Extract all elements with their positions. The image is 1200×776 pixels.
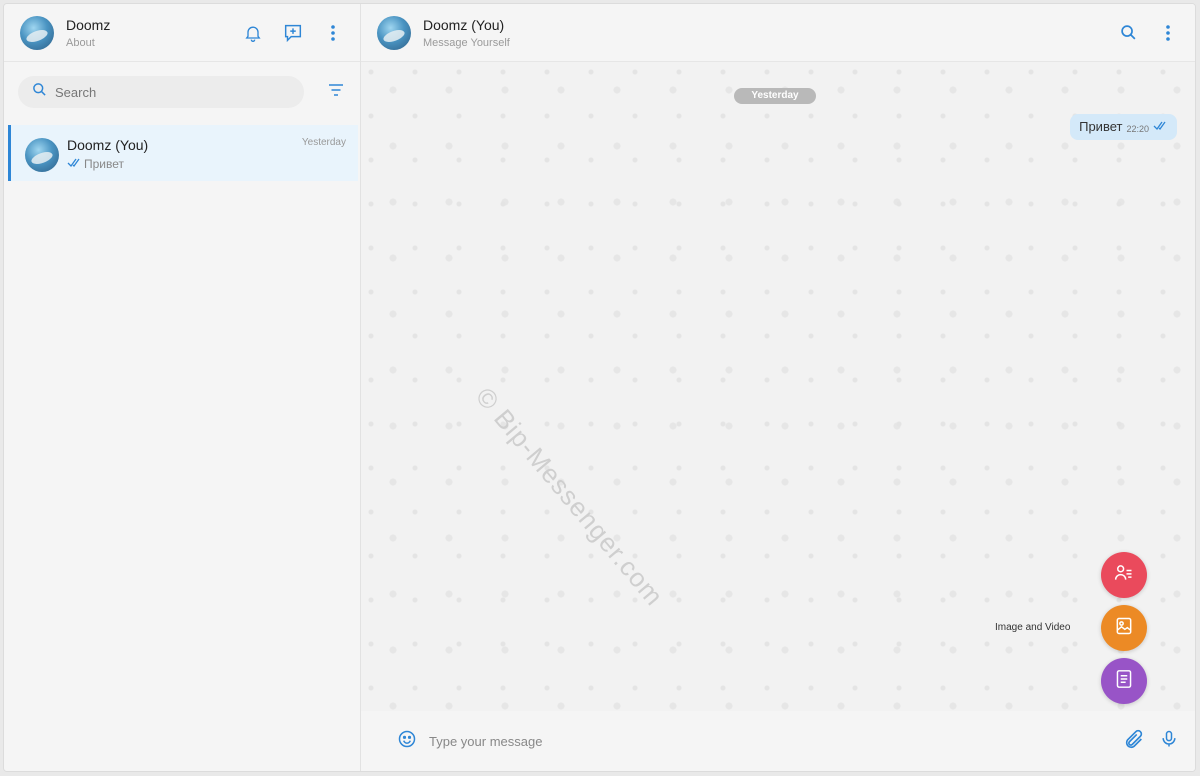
chat-time: Yesterday: [301, 137, 346, 148]
chat-avatar: [25, 138, 59, 172]
image-icon: [1114, 616, 1134, 641]
profile-avatar[interactable]: [20, 15, 54, 50]
document-button[interactable]: [1101, 658, 1147, 704]
chat-subtitle: Message Yourself: [423, 36, 510, 49]
chat-header-avatar[interactable]: [377, 15, 411, 50]
new-chat-icon[interactable]: [282, 22, 304, 44]
chat-header: Doomz (You) Message Yourself: [361, 4, 1195, 62]
search-box[interactable]: [18, 76, 304, 108]
chat-list-item[interactable]: Doomz (You) Привет Yesterday: [8, 125, 358, 181]
message-bubble[interactable]: Привет 22:20: [1070, 114, 1177, 140]
chat-title: Doomz (You): [423, 16, 505, 33]
attach-hover-label: Image and Video: [995, 622, 1071, 633]
chat-last-message-text: Привет: [84, 157, 125, 171]
filter-icon[interactable]: [328, 83, 344, 102]
profile-header: Doomz About: [4, 4, 360, 62]
search-icon: [32, 82, 47, 102]
message-time: 22:20: [1126, 124, 1149, 134]
double-check-icon: [1153, 119, 1167, 134]
emoji-icon[interactable]: [397, 729, 417, 754]
document-icon: [1115, 669, 1133, 694]
chat-name: Doomz (You): [67, 137, 149, 153]
app-window: Doomz About Search Doomz (You) Привет Ye…: [3, 3, 1196, 772]
message-input[interactable]: [429, 733, 1069, 749]
share-contact-button[interactable]: [1101, 552, 1147, 598]
more-icon[interactable]: [322, 22, 344, 44]
chat-panel: Doomz (You) Message Yourself © Bip-Messe…: [361, 4, 1195, 771]
paperclip-icon[interactable]: [1123, 728, 1145, 755]
mic-icon[interactable]: [1159, 728, 1179, 755]
chat-last-message: Привет: [67, 157, 302, 171]
search-icon[interactable]: [1117, 22, 1139, 44]
sidebar: Doomz About Search Doomz (You) Привет Ye…: [4, 4, 361, 771]
profile-name: Doomz: [66, 16, 111, 33]
message-input-bar: [361, 711, 1195, 771]
search-input[interactable]: [55, 84, 275, 100]
image-video-button[interactable]: [1101, 605, 1147, 651]
bell-icon[interactable]: [242, 22, 264, 44]
more-icon[interactable]: [1157, 22, 1179, 44]
profile-info[interactable]: Doomz About: [66, 17, 242, 49]
profile-about: About: [66, 36, 95, 49]
contact-icon: [1114, 563, 1134, 588]
search-row: [4, 62, 360, 122]
chat-header-info[interactable]: Doomz (You) Message Yourself: [423, 17, 1117, 49]
date-divider: Yesterday: [734, 88, 816, 104]
double-check-icon: [67, 157, 81, 171]
message-text: Привет: [1079, 119, 1123, 134]
